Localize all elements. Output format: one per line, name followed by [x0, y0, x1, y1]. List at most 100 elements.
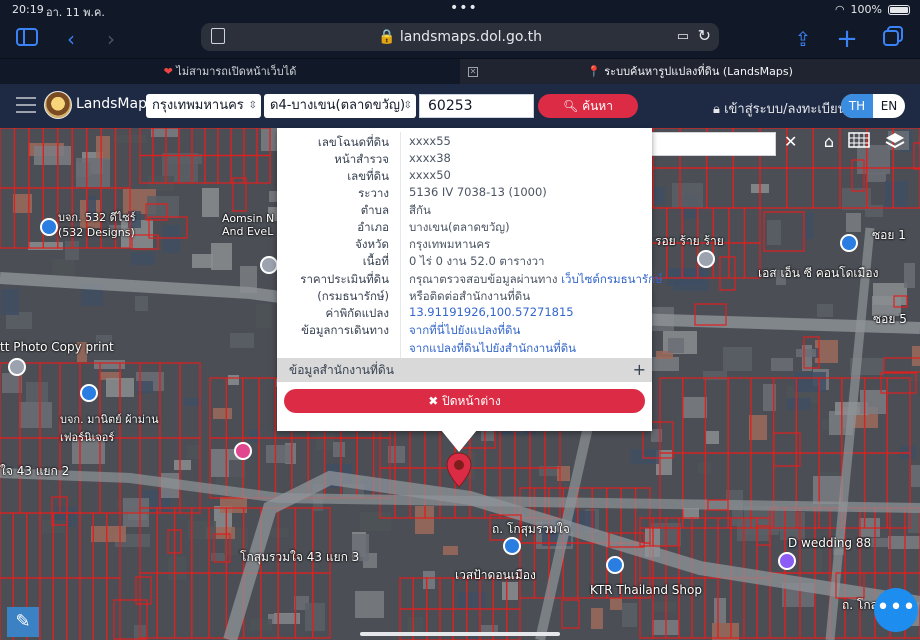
search-label: ค้นหา	[582, 99, 613, 113]
multitask-dots-icon[interactable]: •••	[450, 0, 478, 16]
home-indicator	[360, 632, 560, 636]
map-label-aomsin: Aomsin N And EveL	[222, 212, 275, 238]
map-pin-favicon-icon: 📍	[587, 65, 601, 78]
forward-icon[interactable]: ›	[98, 26, 124, 52]
clear-search-icon[interactable]: ✕	[784, 132, 797, 151]
popup-pointer	[441, 430, 477, 452]
close-window-label: ปิดหน้าต่าง	[442, 394, 501, 408]
parcel-attr-value: xxxx55	[409, 134, 451, 148]
sidebar-icon[interactable]	[14, 26, 40, 52]
lang-th-button[interactable]: TH	[841, 94, 873, 118]
land-office-section[interactable]: ข้อมูลสำนักงานที่ดิน +	[277, 358, 652, 382]
parcel-attr-key: เลขที่ดิน	[347, 169, 389, 183]
location-marker-icon[interactable]	[446, 452, 472, 488]
expand-plus-icon[interactable]: +	[633, 358, 646, 382]
parcel-info-popup: เลขโฉนดที่ดิน xxxx55 หน้าสำรวจ xxxx38 เลขที่…	[277, 128, 663, 431]
parcel-attr-key: อำเภอ	[357, 220, 389, 234]
map-label-dwedding: D wedding 88	[788, 536, 872, 550]
map-label-ktr: KTR Thailand Shop	[590, 583, 702, 597]
parcel-attr-row: อำเภอ บางเขน(ตลาดขวัญ)	[277, 219, 652, 236]
tabs-overview-icon[interactable]	[880, 26, 906, 52]
province-value: กรุงเทพมหานคร	[152, 98, 244, 113]
price-row-2: (กรมธนารักษ์) หรือติดต่อสำนักงานที่ดิน	[277, 288, 652, 305]
poi-shop-icon[interactable]	[503, 537, 521, 555]
url-text: 🔒 landsmaps.dol.go.th	[377, 29, 543, 45]
parcel-attr-key: จังหวัด	[355, 237, 389, 251]
home-icon[interactable]: ⌂	[816, 132, 842, 156]
screen: 20:19 อา. 11 พ.ค. ••• ◠ 100% ‹ › 🔒 lands…	[0, 0, 920, 640]
parcel-attr-value: กรุงเทพมหานคร	[409, 237, 491, 251]
map-label-soi43-2: ใจ 43 แยก 2	[0, 464, 70, 478]
grid-icon[interactable]	[846, 132, 872, 156]
close-window-button[interactable]: ✖ ปิดหน้าต่าง	[284, 389, 645, 413]
price-row: ราคาประเมินที่ดิน กรุณาตรวจสอบข้อมูลผ่าน…	[277, 271, 662, 288]
poi-grey-icon[interactable]	[697, 250, 715, 268]
price-value: กรุณาตรวจสอบข้อมูลผ่านทาง เว็บไซต์กรมธนา…	[409, 271, 663, 289]
province-select[interactable]: กรุงเทพมหานคร ⇳	[146, 94, 261, 118]
map-label-532: บจก. 532 ดีไซร์ (532 Designs)	[58, 211, 136, 239]
language-toggle[interactable]: TH EN	[841, 94, 905, 118]
poi-purple-icon[interactable]	[778, 552, 796, 570]
new-tab-icon[interactable]: +	[834, 26, 860, 52]
extensions-icon[interactable]: ▭	[677, 29, 689, 44]
travel-row-2: จากแปลงที่ดินไปยังสำนักงานที่ดิน	[277, 340, 652, 357]
poi-shop-icon[interactable]	[606, 556, 624, 574]
reload-icon[interactable]: ↻	[698, 26, 711, 45]
address-bar[interactable]: 🔒 landsmaps.dol.go.th ▭ ↻	[201, 23, 719, 51]
lang-en-button[interactable]: EN	[873, 94, 905, 118]
parcel-attr-key: ตำบล	[360, 203, 389, 217]
land-office-label: ข้อมูลสำนักงานที่ดิน	[289, 363, 394, 377]
parcel-attr-key: เนื้อที่	[362, 254, 389, 268]
travel-key: ข้อมูลการเดินทาง	[301, 323, 389, 337]
tab-bar: ❤ ไม่สามารถเปิดหน้าเว็บได้ ✕ 📍 ระบบค้นหา…	[0, 58, 920, 85]
url-value: landsmaps.dol.go.th	[399, 29, 543, 45]
parcel-attr-row: จังหวัด กรุงเทพมหานคร	[277, 236, 652, 253]
parcel-attr-row: เลขที่ดิน xxxx50	[277, 168, 652, 185]
poi-pink-icon[interactable]	[234, 442, 252, 460]
measure-tool-icon[interactable]: ✎	[7, 607, 39, 637]
parcel-attr-value: xxxx50	[409, 168, 451, 182]
poi-shop-icon[interactable]	[40, 218, 58, 236]
map-label-vespa: เวสป้าดอนเมือง	[455, 568, 536, 582]
tab-landsmaps[interactable]: ✕ 📍 ระบบค้นหารูปแปลงที่ดิน (LandsMaps)	[460, 59, 920, 85]
map-label-snc: เอส เอ็น ซี คอนโดเมือง	[758, 266, 879, 280]
chat-fab-button[interactable]: •••	[874, 588, 918, 632]
tab-landsmaps-label: ระบบค้นหารูปแปลงที่ดิน (LandsMaps)	[604, 65, 793, 78]
search-button[interactable]: 🔍︎ ค้นหา	[538, 94, 638, 118]
map-label-soi5: ซอย 5	[873, 312, 907, 326]
parcel-attr-key: หน้าสำรวจ	[334, 152, 389, 166]
poi-shop-icon[interactable]	[80, 384, 98, 402]
layers-icon[interactable]	[882, 132, 908, 156]
parcel-attr-row: หน้าสำรวจ xxxx38	[277, 151, 652, 168]
poi-shop-icon[interactable]	[840, 234, 858, 252]
treasury-link[interactable]: เว็บไซต์กรมธนารักษ์	[561, 272, 663, 286]
travel-link-to-office[interactable]: จากแปลงที่ดินไปยังสำนักงานที่ดิน	[409, 340, 576, 358]
price-value-2: หรือติดต่อสำนักงานที่ดิน	[409, 289, 531, 303]
search-icon: 🔍︎	[563, 99, 579, 113]
travel-link-to-parcel[interactable]: จากที่นี่ไปยังแปลงที่ดิน	[409, 322, 520, 340]
dol-logo	[44, 91, 72, 119]
coord-link[interactable]: 13.91191926,100.57271815	[409, 305, 574, 319]
close-tab-icon[interactable]: ✕	[468, 67, 478, 77]
parcel-attr-key: ระวาง	[358, 186, 389, 200]
chevron-updown-icon: ⇳	[248, 100, 257, 111]
poi-grey-icon[interactable]	[260, 256, 278, 274]
parcel-attr-row: เนื้อที่ 0 ไร่ 0 งาน 52.0 ตารางวา	[277, 253, 652, 270]
tab-error[interactable]: ❤ ไม่สามารถเปิดหน้าเว็บได้	[0, 59, 460, 85]
parcel-number-input[interactable]: 60253	[419, 94, 534, 118]
login-link[interactable]: 🔒︎ เข้าสู่ระบบ/ลงทะเบียน	[713, 98, 847, 119]
parcel-attr-row: ตำบล สีกัน	[277, 202, 652, 219]
parcel-attr-key: เลขโฉนดที่ดิน	[317, 135, 389, 149]
back-icon[interactable]: ‹	[58, 26, 84, 52]
parcel-attr-row: เลขโฉนดที่ดิน xxxx55	[277, 134, 652, 151]
parcel-attr-value: xxxx38	[409, 151, 451, 165]
share-icon[interactable]: ⇪	[790, 26, 816, 52]
map-label-manit: บจก. มานิตย์ ผ้าม่าน เฟอร์นิเจอร์	[60, 413, 159, 444]
district-select[interactable]: ด4-บางเขน(ตลาดขวัญ) ⇳	[264, 94, 416, 118]
price-text: กรุณาตรวจสอบข้อมูลผ่านทาง	[409, 272, 558, 286]
menu-icon[interactable]	[16, 97, 36, 113]
site-favicon-icon: ❤	[163, 65, 173, 78]
status-time: 20:19	[12, 3, 44, 16]
poi-grey-icon[interactable]	[8, 358, 26, 376]
map-label-soi43-3: โกสุมรวมใจ 43 แยก 3	[240, 550, 360, 564]
